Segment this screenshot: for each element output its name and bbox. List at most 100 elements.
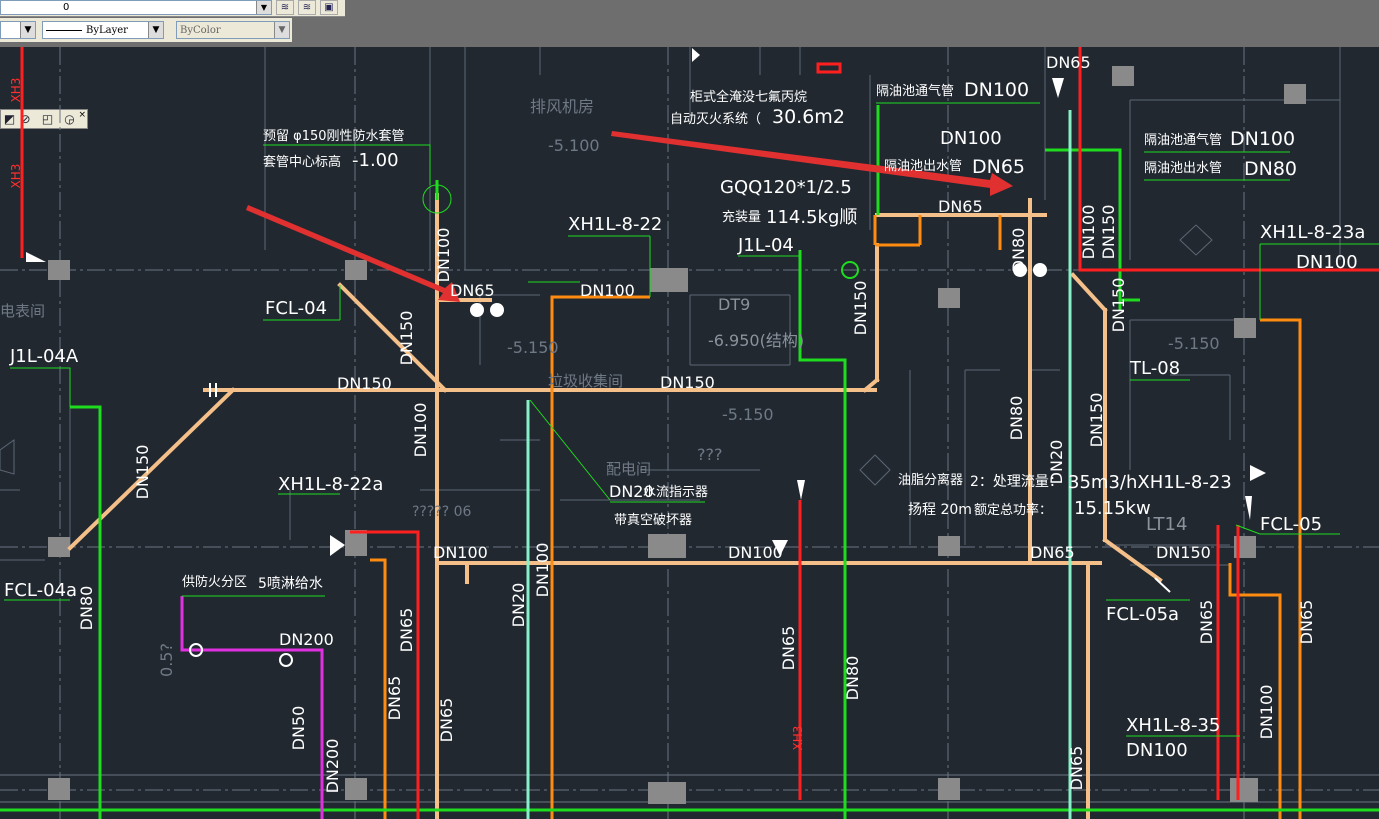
label-sep-6: 15.15kw xyxy=(1074,498,1151,519)
label-room-garbage: 垃圾收集间 xyxy=(548,372,623,390)
layer-toolbar: 0 ▼ ≋ ≋ ▣ xyxy=(0,0,345,17)
vlabel-dn80-v4: DN80 xyxy=(843,656,862,701)
label-xh1l822: XH1L-8-22 xyxy=(568,214,662,235)
text-labels: 排风机房 -5.100 预留 φ150刚性防水套管套管中心标高 -1.00 柜式全淹没七… xyxy=(0,53,1365,761)
label-gas-1: 柜式全淹没七氟丙烷 xyxy=(690,89,807,105)
label-sep-5: 额定总功率： xyxy=(974,502,1052,518)
chevron-down-icon[interactable]: ▼ xyxy=(20,22,35,38)
label-dn200: DN200 xyxy=(279,630,334,649)
vlabel-dn150-v1: DN150 xyxy=(397,311,416,366)
label-oil-r4: DN80 xyxy=(1244,158,1297,180)
vlabel-dn150-v5: DN150 xyxy=(1109,278,1128,333)
vlabel-dn150-v3: DN150 xyxy=(851,281,870,336)
label-sep-3: 35m3/hXH1L-8-23 xyxy=(1068,472,1232,493)
chevron-down-icon[interactable]: ▼ xyxy=(148,22,163,38)
label-dn100-r: DN100 xyxy=(1296,252,1358,273)
layer-previous-icon[interactable]: ≋ xyxy=(276,0,294,15)
label-gas-2: 自动灭火系统（ xyxy=(670,112,761,127)
label-fcl04: FCL-04 xyxy=(265,298,327,319)
layer-states-icon[interactable]: ≋ xyxy=(298,0,316,15)
vlabel-dn100-v3: DN100 xyxy=(1079,205,1098,260)
layer-dropdown[interactable]: 0 ▼ xyxy=(0,0,272,15)
label-room-exhaust: 排风机房 xyxy=(530,97,594,116)
label-oil-6: DN65 xyxy=(938,197,983,216)
label-flow-1: 水流指示器 xyxy=(643,485,708,500)
toolbar: 0 ▼ ≋ ≋ ▣ ▼ ByLayer ▼ ByColor ▼ xyxy=(0,0,1379,47)
vlabel-dn80-v1: DN80 xyxy=(77,586,96,631)
properties-toolbar: ▼ ByLayer ▼ ByColor ▼ xyxy=(0,18,292,42)
vlabel-dn65-v1: DN65 xyxy=(397,608,416,653)
label-dn150-left: DN150 xyxy=(337,374,392,393)
chevron-down-icon[interactable]: ▼ xyxy=(274,22,289,38)
vlabel-dn50-v1: DN50 xyxy=(289,706,308,751)
label-sleeve-3: -1.00 xyxy=(352,150,399,171)
vlabel-dn200-v1: DN200 xyxy=(323,739,342,794)
label-oil-1: 隔油池通气管 xyxy=(876,83,954,99)
label-dn150-mid: DN150 xyxy=(660,373,715,392)
lineweight-dropdown[interactable]: ByColor ▼ xyxy=(176,21,290,39)
label-room-meter: 电表间 xyxy=(0,302,45,320)
label-dn100-br: DN100 xyxy=(1126,740,1188,761)
color-dropdown[interactable]: ▼ xyxy=(0,21,36,39)
vlabel-dn65-v7: DN65 xyxy=(1067,746,1086,791)
vlabel-dn100-v4: DN100 xyxy=(533,543,552,598)
label-dn100-b2: DN100 xyxy=(728,543,783,562)
vlabel-dn20-v1: DN20 xyxy=(1047,440,1066,485)
label-fcl05a: FCL-05a xyxy=(1106,604,1179,625)
label-room-power: 配电间 xyxy=(606,460,651,478)
vlabel-dn150-v6: DN150 xyxy=(1087,393,1106,448)
vlabel-dn100-v5: DN100 xyxy=(1257,685,1276,740)
label-dn65-b: DN65 xyxy=(1030,543,1075,562)
lineweight-value: ByColor xyxy=(180,25,221,36)
vlabel-dn20-v2: DN20 xyxy=(509,583,528,628)
vlabel-dn65-v2: DN65 xyxy=(385,676,404,721)
label-elev-5150-b: -5.150 xyxy=(722,405,774,424)
vlabel-dn100-v1: DN100 xyxy=(434,228,453,283)
label-sleeve-2: 套管中心标高 xyxy=(263,154,341,170)
label-j1l04a: J1L-04A xyxy=(9,346,79,367)
chevron-down-icon[interactable]: ▼ xyxy=(256,1,271,14)
label-dn100-b1: DN100 xyxy=(433,543,488,562)
label-dn150-b: DN150 xyxy=(1156,543,1211,562)
linetype-value: ByLayer xyxy=(86,25,128,36)
label-oil-3: DN100 xyxy=(940,128,1002,149)
vlabel-dn100-v2: DN100 xyxy=(411,403,430,458)
label-fill-1: 充装量 xyxy=(722,209,761,225)
label-sleeve-1: 预留 φ150刚性防水套管 xyxy=(263,128,405,144)
label-elev-5150-a: -5.150 xyxy=(507,338,559,357)
label-lt14: LT14 xyxy=(1146,514,1187,535)
label-fill-2: 114.5kg顺 xyxy=(766,207,857,228)
label-q06: ????? 06 xyxy=(412,504,472,520)
label-j1l04: J1L-04 xyxy=(737,235,794,256)
label-fire-zone: 供防火分区 xyxy=(182,574,247,590)
vlabel-dn65-v3: DN65 xyxy=(437,698,456,743)
label-gqq: GQQ120*1/2.5 xyxy=(720,177,852,198)
vlabel-xh3-c: XH3 xyxy=(791,726,805,751)
label-oil-2: DN100 xyxy=(964,79,1029,101)
linetype-dropdown[interactable]: ByLayer ▼ xyxy=(42,21,164,39)
vlabel-xh3-b: XH3 xyxy=(9,164,23,189)
label-tl08: TL-08 xyxy=(1129,358,1180,379)
vlabel-dn80-v3: DN80 xyxy=(1007,396,1026,441)
label-sep-1: 油脂分离器 xyxy=(898,472,963,488)
vlabel-dn65-v4: DN65 xyxy=(779,626,798,671)
label-sep-4: 扬程 20m xyxy=(908,502,972,518)
vlabel-dn80-v2: DN80 xyxy=(1009,228,1028,273)
label-oil-r3: 隔油池出水管 xyxy=(1144,161,1222,176)
vlabel-dn65-v6: DN65 xyxy=(1297,600,1316,645)
label-elev-5100-a: -5.100 xyxy=(548,136,600,155)
label-gas-3: 30.6m2 xyxy=(772,106,845,128)
vlabel-dn65-v5: DN65 xyxy=(1197,600,1216,645)
label-oil-5: DN65 xyxy=(972,156,1025,178)
linetype-preview xyxy=(46,30,82,31)
label-oil-4: 隔油池出水管 xyxy=(884,159,962,174)
label-fcl04a: FCL-04a xyxy=(4,580,77,601)
label-elev-5150-c: -5.150 xyxy=(1168,334,1220,353)
layer-properties-icon[interactable]: ▣ xyxy=(320,0,338,15)
label-fcl05: FCL-05 xyxy=(1260,514,1322,535)
label-dn65-gas: DN65 xyxy=(450,281,495,300)
layer-value: 0 xyxy=(63,2,70,13)
cad-drawing-canvas[interactable]: 排风机房 -5.100 预留 φ150刚性防水套管套管中心标高 -1.00 柜式全淹没七… xyxy=(0,47,1379,819)
label-qqq: ??? xyxy=(697,445,722,464)
vlabel-dn150-v2: DN150 xyxy=(133,445,152,500)
